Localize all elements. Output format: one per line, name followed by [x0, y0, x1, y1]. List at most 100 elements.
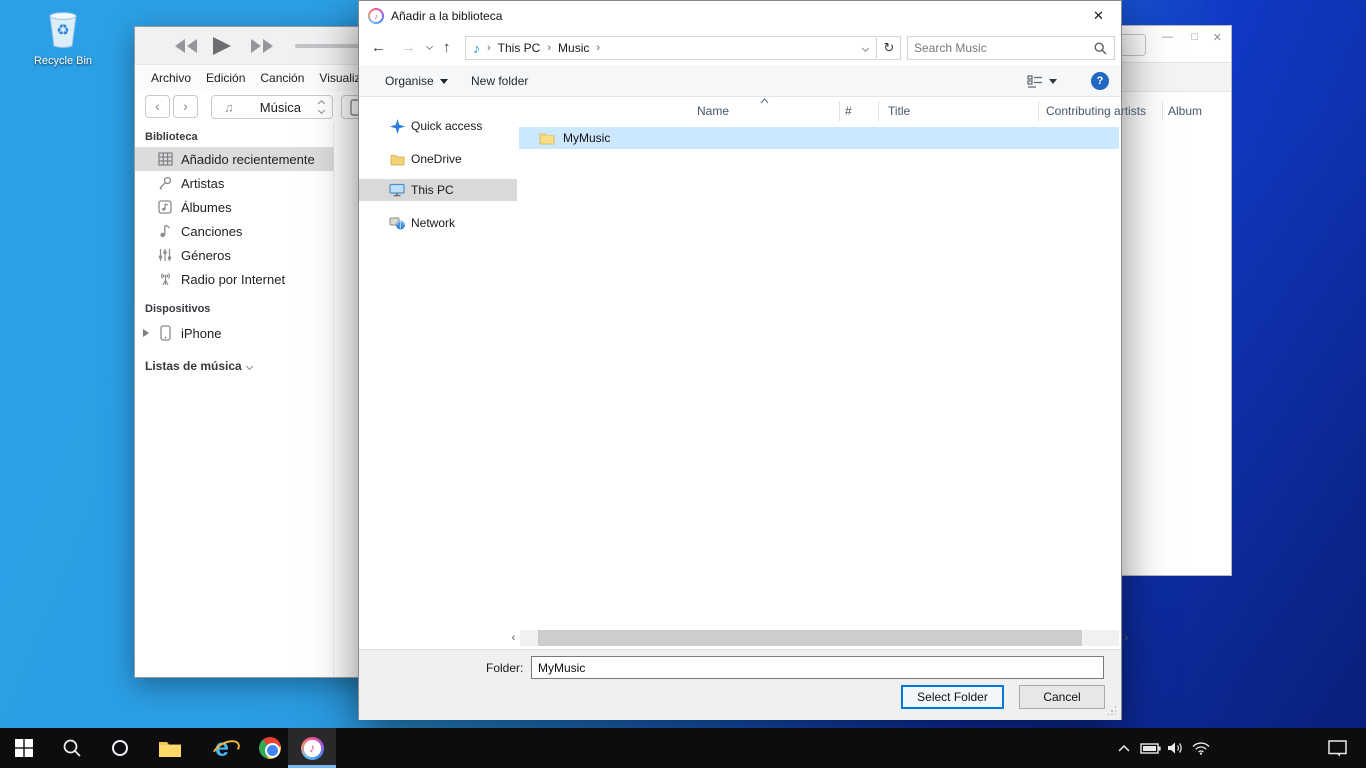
cortana-button[interactable]	[96, 728, 144, 768]
microphone-icon	[157, 176, 173, 190]
column-contributing-artists[interactable]: Contributing artists	[1046, 104, 1146, 118]
column-title[interactable]: Title	[888, 104, 910, 118]
music-note-icon: ♫	[224, 100, 234, 115]
command-toolbar: Organise New folder ?	[359, 65, 1121, 97]
minimize-icon[interactable]: —	[1162, 31, 1173, 43]
sidebar-item-genres[interactable]: Géneros	[135, 243, 334, 267]
chrome-icon	[259, 737, 281, 759]
horizontal-scrollbar[interactable]: ‹ ›	[520, 630, 1119, 646]
folder-icon	[539, 132, 555, 145]
file-name: MyMusic	[563, 131, 610, 145]
media-type-selector[interactable]: ♫ Música	[211, 95, 333, 119]
tray-show-hidden-icons-button[interactable]	[1112, 728, 1136, 768]
resize-grip[interactable]	[1106, 705, 1116, 715]
forward-button: →	[401, 39, 416, 57]
song-note-icon	[157, 224, 173, 238]
itunes-forward-button[interactable]: ›	[173, 95, 198, 118]
file-explorer-button[interactable]	[146, 728, 194, 768]
search-icon[interactable]	[1094, 42, 1107, 55]
play-icon[interactable]	[209, 36, 233, 56]
menu-edicion[interactable]: Edición	[206, 71, 245, 85]
itunes-icon: ♪	[301, 737, 324, 760]
sidebar-item-albums[interactable]: Álbumes	[135, 195, 334, 219]
maximize-icon[interactable]: □	[1191, 31, 1198, 43]
quick-access-star-icon	[389, 119, 405, 134]
taskbar-search-button[interactable]	[48, 728, 96, 768]
chevron-down-icon	[440, 79, 448, 84]
address-dropdown-icon[interactable]	[862, 44, 869, 51]
internet-explorer-button[interactable]: e	[198, 728, 246, 768]
search-input[interactable]	[914, 38, 1084, 58]
folder-name-input[interactable]	[531, 656, 1104, 679]
sidebar-item-songs[interactable]: Canciones	[135, 219, 334, 243]
fast-forward-icon[interactable]	[249, 36, 275, 56]
breadcrumb-this-pc[interactable]: This PC	[498, 41, 541, 55]
recycle-bin-label: Recycle Bin	[30, 55, 96, 67]
recycle-bin-desktop-icon[interactable]: ♻ Recycle Bin	[30, 8, 96, 67]
start-button[interactable]	[0, 728, 48, 768]
cortana-icon	[112, 740, 128, 756]
sidebar-header-devices: Dispositivos	[145, 303, 210, 315]
history-dropdown-icon[interactable]	[426, 43, 433, 50]
up-button[interactable]: ↑	[443, 39, 451, 57]
scroll-left-arrow[interactable]: ‹	[506, 630, 521, 646]
chevron-down-icon	[1049, 79, 1057, 84]
search-icon	[62, 738, 82, 758]
cancel-button[interactable]: Cancel	[1019, 685, 1105, 709]
nav-item-this-pc[interactable]: This PC	[359, 179, 517, 201]
sidebar-header-biblioteca: Biblioteca	[145, 131, 198, 143]
sidebar-item-artists[interactable]: Artistas	[135, 171, 334, 195]
sidebar-item-iphone[interactable]: iPhone	[135, 321, 334, 345]
column-name[interactable]: Name	[697, 104, 729, 118]
menu-archivo[interactable]: Archivo	[151, 71, 191, 85]
close-icon[interactable]: ✕	[1213, 31, 1222, 44]
refresh-button[interactable]: ↻	[878, 36, 901, 60]
dialog-titlebar[interactable]: ♪ Añadir a la biblioteca ✕	[359, 1, 1121, 31]
chevron-down-icon	[246, 362, 253, 369]
address-box[interactable]: ♪ › This PC › Music ›	[465, 36, 877, 60]
column-number[interactable]: #	[845, 104, 852, 118]
nav-item-quick-access[interactable]: Quick access	[359, 115, 517, 137]
column-album[interactable]: Album	[1168, 104, 1202, 118]
file-row-mymusic[interactable]: MyMusic	[519, 127, 1119, 149]
action-center-icon	[1328, 740, 1347, 757]
media-selector-label: Música	[242, 100, 319, 115]
wifi-icon	[1191, 741, 1211, 755]
taskbar: e ♪	[0, 728, 1366, 768]
album-icon	[157, 200, 173, 214]
select-folder-button[interactable]: Select Folder	[901, 685, 1004, 709]
dialog-footer: Folder: Select Folder Cancel	[359, 649, 1121, 720]
itunes-taskbar-button[interactable]: ♪	[288, 728, 336, 768]
sidebar-item-internet-radio[interactable]: Radio por Internet	[135, 267, 334, 291]
sidebar-header-playlists[interactable]: Listas de música	[145, 359, 252, 373]
itunes-back-button[interactable]: ‹	[145, 95, 170, 118]
close-button[interactable]: ✕	[1076, 1, 1121, 31]
folder-label: Folder:	[486, 661, 523, 675]
itunes-logo-icon: ♪	[368, 8, 384, 24]
chrome-button[interactable]	[246, 728, 294, 768]
tray-wifi-button[interactable]	[1186, 728, 1216, 768]
search-box[interactable]	[907, 36, 1115, 60]
music-library-icon: ♪	[473, 40, 480, 56]
tray-battery-button[interactable]	[1136, 728, 1164, 768]
iphone-icon	[157, 325, 173, 341]
organise-button[interactable]: Organise	[385, 65, 448, 97]
nav-item-network[interactable]: Network	[359, 212, 517, 234]
sidebar-item-recently-added[interactable]: Añadido recientemente	[135, 147, 334, 171]
rewind-icon[interactable]	[173, 36, 199, 56]
back-button[interactable]: ←	[371, 39, 386, 57]
help-button[interactable]: ?	[1091, 72, 1109, 90]
nav-item-onedrive[interactable]: OneDrive	[359, 148, 517, 170]
view-mode-button[interactable]	[1027, 65, 1057, 97]
scrollbar-thumb[interactable]	[538, 630, 1082, 646]
recycle-bin-icon: ♻	[43, 8, 83, 50]
chevron-up-icon	[1118, 745, 1130, 752]
breadcrumb-music[interactable]: Music	[558, 41, 589, 55]
disclosure-triangle-icon[interactable]	[143, 329, 149, 337]
action-center-button[interactable]	[1320, 728, 1354, 768]
new-folder-button[interactable]: New folder	[471, 65, 528, 97]
scroll-right-arrow[interactable]: ›	[1119, 630, 1134, 646]
internet-explorer-icon: e	[215, 736, 229, 761]
menu-cancion[interactable]: Canción	[260, 71, 304, 85]
background-search-box	[1118, 34, 1146, 56]
